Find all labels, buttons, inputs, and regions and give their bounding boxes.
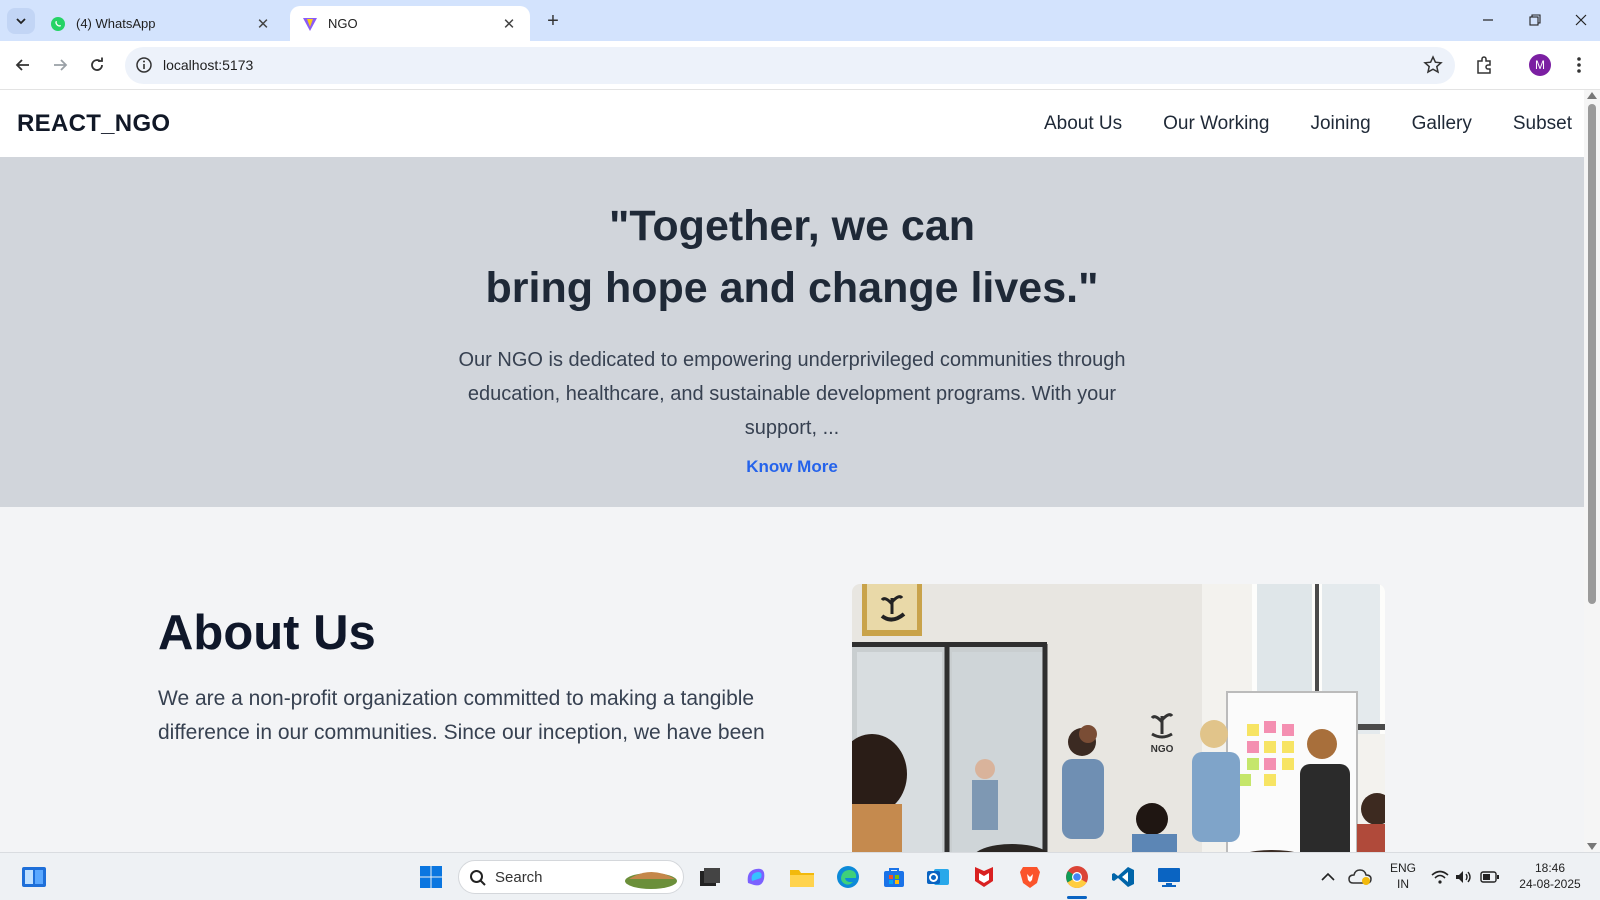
know-more-link[interactable]: Know More — [0, 457, 1584, 477]
mcafee-icon[interactable] — [968, 861, 1000, 893]
nav-links: About Us Our Working Joining Gallery Sub… — [1044, 90, 1572, 157]
vite-icon — [302, 16, 318, 32]
window-close-icon[interactable] — [1566, 6, 1596, 34]
arrow-right-icon — [54, 59, 68, 71]
brave-icon[interactable] — [1014, 861, 1046, 893]
chrome-icon[interactable] — [1061, 861, 1093, 899]
photo-sign-text: NGO — [1151, 744, 1174, 755]
vscode-icon[interactable] — [1107, 861, 1139, 893]
tab-search-button[interactable] — [7, 8, 35, 34]
hero-quote-line-2: bring hope and change lives." — [485, 264, 1099, 312]
nav-link-subset[interactable]: Subset — [1513, 113, 1572, 135]
hero-quote: "Together, we can bring hope and change … — [0, 195, 1584, 319]
page-scrollbar[interactable] — [1584, 90, 1600, 852]
start-icon[interactable] — [415, 861, 447, 893]
edge-icon[interactable] — [832, 861, 864, 893]
nav-link-joining[interactable]: Joining — [1310, 113, 1370, 135]
reload-icon — [91, 57, 103, 71]
widgets-icon[interactable] — [18, 861, 50, 893]
about-title: About Us — [158, 606, 376, 660]
active-app-indicator — [1067, 896, 1087, 899]
search-icon — [470, 870, 486, 886]
nav-link-gallery[interactable]: Gallery — [1412, 113, 1472, 135]
minimize-icon[interactable] — [1473, 6, 1503, 34]
about-text: We are a non-profit organization committ… — [158, 687, 765, 744]
tab-whatsapp[interactable]: (4) WhatsApp ✕ — [38, 6, 284, 41]
back-button[interactable] — [8, 50, 38, 80]
scrollbar-thumb[interactable] — [1588, 104, 1596, 604]
hero-section: "Together, we can bring hope and change … — [0, 157, 1584, 507]
site-info-icon[interactable] — [135, 56, 153, 79]
remote-desktop-icon[interactable] — [1153, 861, 1185, 893]
arrow-left-icon — [15, 59, 29, 71]
new-tab-button[interactable]: + — [541, 9, 565, 33]
nav-link-our-working[interactable]: Our Working — [1163, 113, 1269, 135]
scroll-up-icon[interactable] — [1587, 92, 1597, 99]
search-highlight-icon — [625, 872, 677, 889]
language-indicator[interactable]: ENG IN — [1386, 860, 1420, 892]
battery-icon[interactable] — [1474, 861, 1506, 893]
copilot-icon[interactable] — [740, 861, 772, 893]
close-icon[interactable]: ✕ — [254, 15, 272, 33]
tab-title: (4) WhatsApp — [76, 16, 156, 31]
time-text: 18:46 — [1534, 861, 1566, 875]
restore-icon[interactable] — [1520, 6, 1550, 34]
bookmark-star-icon[interactable] — [1423, 55, 1443, 80]
tab-strip: (4) WhatsApp ✕ NGO ✕ + — [0, 0, 1600, 41]
page-viewport: REACT_NGO About Us Our Working Joining G… — [0, 90, 1584, 852]
chevron-up-icon[interactable] — [1312, 861, 1344, 893]
outlook-icon[interactable] — [922, 861, 954, 893]
store-icon[interactable] — [878, 861, 910, 893]
region-text: IN — [1397, 877, 1409, 891]
forward-button[interactable] — [45, 50, 75, 80]
onedrive-icon[interactable] — [1344, 861, 1376, 893]
browser-toolbar: localhost:5173 M — [0, 41, 1600, 90]
extensions-icon[interactable] — [1470, 51, 1498, 79]
clock[interactable]: 18:46 24-08-2025 — [1510, 860, 1590, 892]
taskbar-search[interactable]: Search — [458, 860, 684, 894]
nav-link-about-us[interactable]: About Us — [1044, 113, 1122, 135]
browser-menu-icon[interactable] — [1565, 51, 1593, 79]
address-text: localhost:5173 — [163, 57, 254, 73]
scroll-down-icon[interactable] — [1587, 843, 1597, 850]
file-explorer-icon[interactable] — [786, 861, 818, 893]
site-navbar: REACT_NGO About Us Our Working Joining G… — [0, 90, 1584, 157]
whatsapp-icon — [50, 16, 66, 32]
profile-avatar[interactable]: M — [1526, 51, 1554, 79]
close-icon[interactable]: ✕ — [500, 15, 518, 33]
chevron-down-icon — [16, 18, 26, 25]
site-brand[interactable]: REACT_NGO — [17, 110, 170, 138]
hero-description: Our NGO is dedicated to empowering under… — [458, 349, 1126, 439]
language-text: ENG — [1389, 861, 1416, 875]
date-text: 24-08-2025 — [1519, 877, 1581, 891]
hero-quote-line-1: "Together, we can — [608, 202, 976, 250]
taskbar: Search ENG IN 18:46 24-08-2025 — [0, 852, 1600, 900]
reload-button[interactable] — [82, 50, 112, 80]
avatar: M — [1529, 54, 1551, 76]
task-view-icon[interactable] — [694, 861, 726, 893]
tab-title: NGO — [328, 16, 358, 31]
about-team-photo: NGO — [852, 584, 1385, 852]
tab-ngo[interactable]: NGO ✕ — [290, 6, 530, 41]
search-label: Search — [495, 869, 543, 886]
address-bar[interactable]: localhost:5173 — [125, 47, 1455, 84]
